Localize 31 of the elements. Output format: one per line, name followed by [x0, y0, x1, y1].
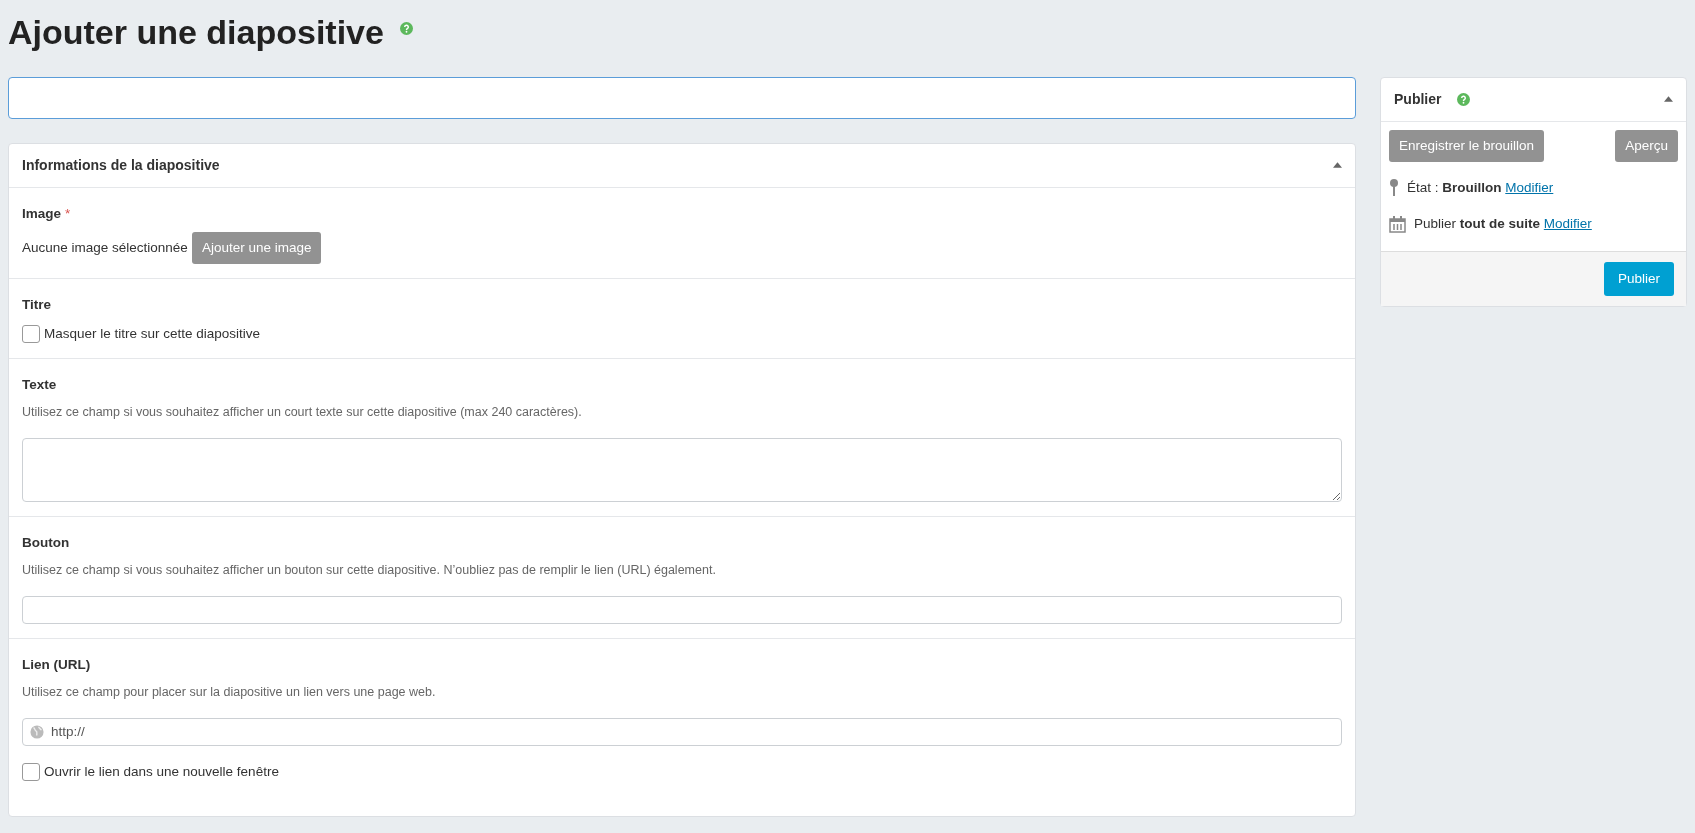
modify-link[interactable]: Modifier: [1505, 180, 1554, 196]
field-label: Texte: [22, 375, 57, 394]
help-text: Utilisez ce champ si vous souhaitez afficher un court texte sur cette diapositive (max 240 caractères).: [22, 404, 583, 422]
checkbox[interactable]: [22, 324, 40, 343]
collapse-caret-icon[interactable]: [1664, 96, 1673, 103]
checkbox-label: Masquer le titre sur cette diapositive: [44, 324, 261, 343]
help-icon[interactable]: [399, 21, 413, 35]
field-label: Bouton: [22, 533, 70, 552]
calendar-icon: [1389, 215, 1406, 233]
panel-title: Informations de la diapositive: [22, 155, 220, 175]
checkbox[interactable]: [22, 762, 40, 781]
pin-text: État : Brouillon Modifier: [1407, 179, 1554, 198]
field-label: Titre: [22, 296, 51, 315]
modify-link[interactable]: Modifier: [1543, 216, 1592, 232]
url-field[interactable]: http://: [22, 717, 1342, 746]
calendar-text: Publier tout de suite Modifier: [1414, 215, 1592, 234]
panel-title: Publier: [1394, 89, 1442, 109]
help-icon[interactable]: [1457, 92, 1471, 106]
help-text: Utilisez ce champ si vous souhaitez afficher un bouton sur cette diapositive. N’oubliez pas de remplir le lien (URL) également.: [22, 562, 717, 580]
field-label: Lien (URL): [22, 655, 91, 674]
globe-icon: [30, 724, 44, 739]
collapse-caret-icon[interactable]: [1333, 162, 1342, 169]
field-label: Image: [22, 204, 62, 223]
help-text: Utilisez ce champ pour placer sur la diapositive un lien vers une page web.: [22, 684, 437, 702]
publish-button[interactable]: Publier: [1603, 261, 1674, 296]
pin-icon: [1389, 179, 1399, 198]
required-mark: *: [65, 204, 71, 223]
image-status: Aucune image sélectionnée: [22, 239, 188, 258]
add-image-button[interactable]: Ajouter une image: [191, 232, 322, 265]
page-title: Ajouter une diapositive: [8, 12, 384, 53]
checkbox-label: Ouvrir le lien dans une nouvelle fenêtre: [44, 762, 279, 781]
